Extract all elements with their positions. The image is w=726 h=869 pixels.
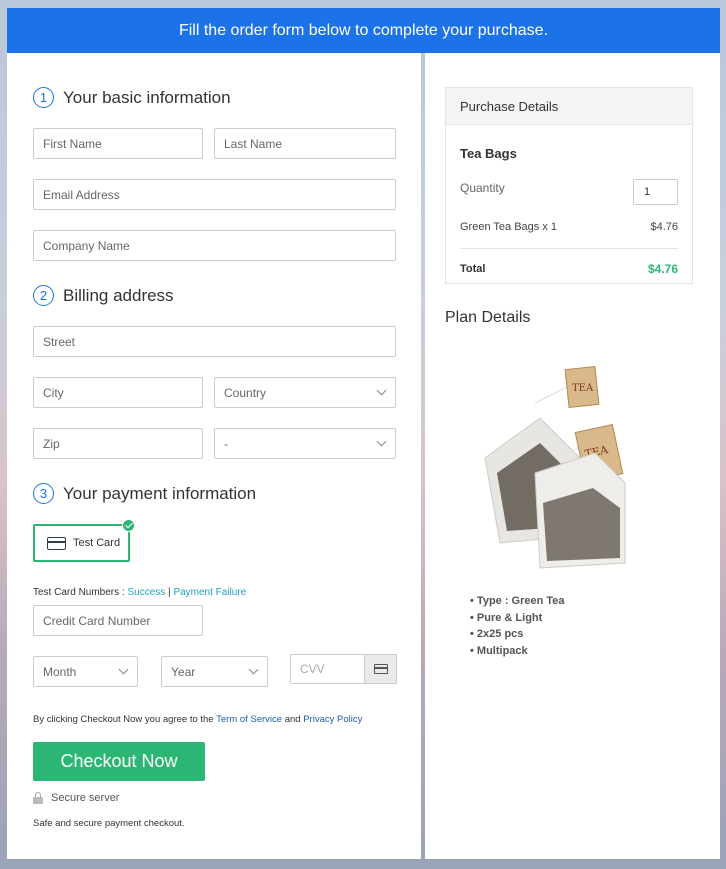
terms-text: By clicking Checkout Now you agree to th…	[33, 714, 362, 725]
total-label: Total	[460, 263, 486, 275]
country-select[interactable]: Country	[214, 377, 396, 408]
secure-label: Secure server	[51, 792, 120, 804]
payment-failure-link[interactable]: Payment Failure	[173, 587, 246, 598]
credit-card-number-field[interactable]: Credit Card Number	[33, 605, 203, 636]
plan-features-list: Type : Green Tea Pure & Light 2x25 pcs M…	[470, 593, 565, 659]
test-card-option[interactable]: Test Card	[33, 519, 135, 562]
credit-card-icon	[373, 664, 388, 674]
state-select[interactable]: -	[214, 428, 396, 459]
check-icon	[122, 519, 135, 532]
feature-item: Multipack	[470, 643, 565, 660]
feature-item: Pure & Light	[470, 610, 565, 627]
success-link[interactable]: Success	[127, 587, 165, 598]
summary-panel: Purchase Details Tea Bags Quantity 1 Gre…	[425, 53, 720, 859]
line-item-name: Green Tea Bags x 1	[460, 221, 558, 233]
first-name-field[interactable]: First Name	[33, 128, 203, 159]
test-numbers-label: Test Card Numbers :	[33, 587, 128, 598]
step-number: 2	[33, 285, 54, 306]
chevron-down-icon	[248, 664, 259, 675]
feature-item: 2x25 pcs	[470, 626, 565, 643]
total-value: $4.76	[647, 262, 678, 276]
tea-bags-image: TEA TEA	[484, 365, 626, 569]
line-item-price: $4.76	[650, 221, 678, 233]
year-select-value: Year	[171, 664, 196, 679]
zip-field[interactable]: Zip	[33, 428, 203, 459]
email-field[interactable]: Email Address	[33, 179, 396, 210]
last-name-field[interactable]: Last Name	[214, 128, 396, 159]
purchase-details-box: Purchase Details Tea Bags Quantity 1 Gre…	[445, 87, 693, 284]
section-title: Your payment information	[63, 483, 257, 503]
test-card-label: Test Card	[73, 537, 121, 549]
lock-icon	[33, 792, 43, 804]
checkout-button[interactable]: Checkout Now	[33, 742, 205, 781]
test-card-numbers: Test Card Numbers : Success | Payment Fa…	[33, 587, 246, 598]
terms-and: and	[282, 714, 304, 725]
svg-text:TEA: TEA	[572, 383, 594, 394]
year-select[interactable]: Year	[161, 656, 268, 687]
credit-card-icon	[47, 536, 66, 550]
company-field[interactable]: Company Name	[33, 230, 396, 261]
terms-prefix: By clicking Checkout Now you agree to th…	[33, 714, 217, 725]
state-select-value: -	[224, 436, 228, 451]
step-number: 1	[33, 87, 54, 108]
safe-checkout-text: Safe and secure payment checkout.	[33, 818, 185, 829]
privacy-policy-link[interactable]: Privacy Policy	[303, 714, 362, 725]
plan-details-title: Plan Details	[445, 309, 531, 326]
cvv-help-button[interactable]	[364, 654, 397, 684]
month-select-value: Month	[43, 664, 77, 679]
product-name: Tea Bags	[460, 146, 517, 161]
city-field[interactable]: City	[33, 377, 203, 408]
country-select-value: Country	[224, 385, 267, 400]
section-title: Your basic information	[63, 87, 231, 107]
secure-server: Secure server	[33, 792, 119, 804]
section-title: Billing address	[63, 285, 174, 305]
step-number: 3	[33, 483, 54, 504]
quantity-label: Quantity	[460, 181, 505, 195]
chevron-down-icon	[376, 385, 387, 396]
street-field[interactable]: Street	[33, 326, 396, 357]
section-payment: 3 Your payment information	[33, 483, 256, 504]
cvv-field[interactable]: CVV	[290, 654, 372, 684]
section-billing: 2 Billing address	[33, 285, 174, 306]
chevron-down-icon	[118, 664, 129, 675]
quantity-input[interactable]: 1	[633, 179, 678, 205]
divider	[460, 248, 678, 249]
section-basic-info: 1 Your basic information	[33, 87, 231, 108]
chevron-down-icon	[376, 436, 387, 447]
month-select[interactable]: Month	[33, 656, 138, 687]
terms-of-service-link[interactable]: Term of Service	[216, 714, 282, 725]
purchase-details-header: Purchase Details	[446, 88, 692, 125]
order-form: 1 Your basic information First Name Last…	[7, 53, 421, 859]
feature-item: Type : Green Tea	[470, 593, 565, 610]
top-banner: Fill the order form below to complete yo…	[7, 8, 720, 53]
